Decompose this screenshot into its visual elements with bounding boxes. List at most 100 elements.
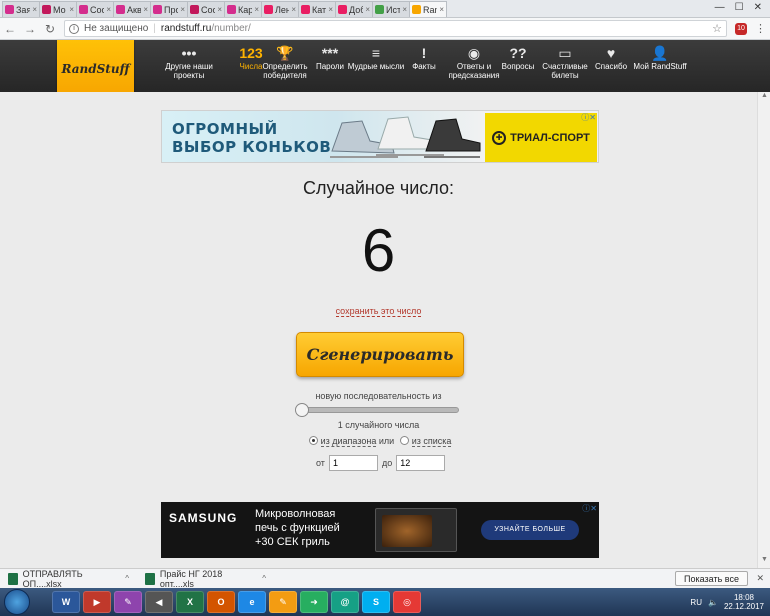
taskbar-app-icon[interactable]: ◀ bbox=[145, 591, 173, 613]
language-indicator[interactable]: RU bbox=[690, 598, 702, 607]
ad-cta-button[interactable]: УЗНАЙТЕ БОЛЬШЕ bbox=[481, 520, 579, 540]
radio-range[interactable] bbox=[308, 436, 318, 445]
tab-close-icon[interactable]: × bbox=[439, 5, 444, 14]
ad-close-icon[interactable]: ⓘ✕ bbox=[581, 112, 596, 123]
radio-range-label[interactable]: из диапазона bbox=[320, 436, 377, 447]
ad-banner-bottom[interactable]: SAMSUNG Микроволновая печь с функцией +3… bbox=[161, 502, 599, 558]
to-input[interactable] bbox=[396, 455, 446, 471]
close-window-icon[interactable]: ✕ bbox=[754, 2, 762, 13]
browser-tab[interactable]: Лент× bbox=[261, 1, 299, 17]
tab-close-icon[interactable]: × bbox=[402, 5, 407, 14]
tab-close-icon[interactable]: × bbox=[254, 5, 259, 14]
save-number-link-wrap: сохранить это число bbox=[0, 306, 757, 317]
radio-list[interactable] bbox=[399, 436, 409, 445]
tab-favicon-icon bbox=[79, 5, 88, 14]
nav-item[interactable]: ••• Другие наши проекты bbox=[156, 44, 222, 80]
chevron-up-icon[interactable]: ^ bbox=[125, 574, 129, 583]
ad-top-brand-label: ТРИАЛ-СПОРТ bbox=[510, 131, 590, 144]
tab-label: Мо bbox=[53, 4, 66, 15]
browser-tab[interactable]: Аква× bbox=[113, 1, 151, 17]
browser-tab[interactable]: Исто× bbox=[372, 1, 410, 17]
ad-bottom-line1: Микроволновая bbox=[255, 508, 336, 520]
reload-icon[interactable]: ↻ bbox=[44, 22, 56, 36]
taskbar-app-icon[interactable]: ✎ bbox=[269, 591, 297, 613]
tab-favicon-icon bbox=[301, 5, 310, 14]
chevron-up-icon[interactable]: ^ bbox=[262, 574, 266, 583]
minimize-icon[interactable]: — bbox=[715, 2, 725, 13]
browser-toolbar: ← → ↻ i Не защищено | randstuff.ru/numbe… bbox=[0, 18, 770, 40]
tab-favicon-icon bbox=[375, 5, 384, 14]
browser-tab[interactable]: Кате× bbox=[298, 1, 336, 17]
tab-close-icon[interactable]: × bbox=[328, 5, 333, 14]
page-scrollbar[interactable]: ▲ ▼ bbox=[757, 92, 770, 568]
menu-icon[interactable]: ⋮ bbox=[755, 22, 766, 35]
tab-label: Rand bbox=[423, 4, 437, 15]
browser-tab[interactable]: Доба× bbox=[335, 1, 373, 17]
taskbar-app-icon[interactable]: S bbox=[362, 591, 390, 613]
bookmark-star-icon[interactable]: ☆ bbox=[712, 22, 722, 35]
tab-label: Лент bbox=[275, 4, 289, 15]
security-label: Не защищено bbox=[84, 23, 149, 34]
taskbar-app-icon[interactable]: e bbox=[238, 591, 266, 613]
site-logo[interactable]: RandStuff bbox=[57, 40, 134, 97]
save-number-link[interactable]: сохранить это число bbox=[335, 306, 422, 317]
nav-icon: 👤 bbox=[651, 45, 669, 61]
to-label: до bbox=[381, 458, 393, 468]
volume-icon[interactable]: 🔈 bbox=[708, 598, 718, 607]
start-button[interactable] bbox=[4, 589, 30, 615]
from-input[interactable] bbox=[328, 455, 378, 471]
tab-close-icon[interactable]: × bbox=[143, 5, 148, 14]
tab-close-icon[interactable]: × bbox=[180, 5, 185, 14]
back-arrow-icon[interactable]: ← bbox=[4, 22, 16, 36]
taskbar-app-icon[interactable]: W bbox=[52, 591, 80, 613]
download-item[interactable]: Прайс НГ 2018 опт....xls ^ bbox=[137, 569, 274, 589]
tab-favicon-icon bbox=[42, 5, 51, 14]
browser-tab[interactable]: Карн× bbox=[224, 1, 262, 17]
info-icon[interactable]: i bbox=[69, 23, 79, 34]
tab-strip: Заявки×Мо×Сооб×Аква×Проф×Сооб×Карн×Лент×… bbox=[0, 0, 770, 18]
ad-bottom-close-icon[interactable]: ⓘ✕ bbox=[582, 503, 597, 514]
taskbar-app-icon[interactable]: ▶ bbox=[83, 591, 111, 613]
browser-tab[interactable]: Rand× bbox=[409, 1, 447, 17]
browser-tab[interactable]: Мо × bbox=[39, 1, 77, 17]
maximize-icon[interactable]: ☐ bbox=[735, 2, 744, 13]
download-item[interactable]: ОТПРАВЛЯТЬ ОП....xlsx ^ bbox=[0, 569, 137, 589]
address-bar[interactable]: i Не защищено | randstuff.ru/number/ ☆ bbox=[64, 20, 727, 37]
ad-banner-top[interactable]: ОГРОМНЫЙ ВЫБОР КОНЬКОВ ✚ ТРИАЛ-СПОРТ ⓘ✕ bbox=[161, 110, 599, 163]
browser-tab[interactable]: Сооб× bbox=[187, 1, 225, 17]
random-number: 6 bbox=[361, 217, 396, 284]
scroll-up-icon[interactable]: ▲ bbox=[758, 92, 770, 104]
taskbar-app-icon[interactable]: ✎ bbox=[114, 591, 142, 613]
tab-close-icon[interactable]: × bbox=[106, 5, 111, 14]
taskbar-app-icon[interactable]: ◎ bbox=[393, 591, 421, 613]
show-all-button[interactable]: Показать все bbox=[675, 571, 748, 586]
slider-handle[interactable] bbox=[295, 403, 309, 417]
radio-or-label: или bbox=[378, 436, 395, 446]
browser-tab[interactable]: Проф× bbox=[150, 1, 188, 17]
clock-time: 18:08 bbox=[733, 593, 754, 602]
close-icon[interactable]: ✕ bbox=[756, 573, 764, 584]
tab-close-icon[interactable]: × bbox=[291, 5, 296, 14]
clock[interactable]: 18:08 22.12.2017 bbox=[724, 593, 764, 611]
forward-arrow-icon[interactable]: → bbox=[24, 22, 36, 36]
generate-button[interactable]: Сгенерировать bbox=[296, 332, 464, 377]
taskbar-app-icon[interactable]: @ bbox=[331, 591, 359, 613]
count-slider[interactable] bbox=[295, 403, 459, 417]
url-separator: | bbox=[153, 23, 156, 34]
extension-badge-icon[interactable]: 10 bbox=[735, 22, 747, 35]
browser-tab[interactable]: Сооб× bbox=[76, 1, 114, 17]
radio-list-label[interactable]: из списка bbox=[411, 436, 452, 447]
tab-favicon-icon bbox=[5, 5, 14, 14]
scroll-down-icon[interactable]: ▼ bbox=[758, 556, 770, 568]
tab-close-icon[interactable]: × bbox=[365, 5, 370, 14]
tab-close-icon[interactable]: × bbox=[69, 5, 74, 14]
count-text: 1 случайного числа bbox=[337, 420, 420, 430]
nav-item[interactable]: 👤 Мой RandStuff bbox=[627, 44, 693, 71]
taskbar-app-icon[interactable]: O bbox=[207, 591, 235, 613]
tab-close-icon[interactable]: × bbox=[32, 5, 37, 14]
tab-close-icon[interactable]: × bbox=[217, 5, 222, 14]
browser-tab[interactable]: Заявки× bbox=[2, 1, 40, 17]
taskbar-app-icon[interactable]: X bbox=[176, 591, 204, 613]
taskbar-app-icon[interactable]: ➜ bbox=[300, 591, 328, 613]
tab-label: Исто bbox=[386, 4, 400, 15]
